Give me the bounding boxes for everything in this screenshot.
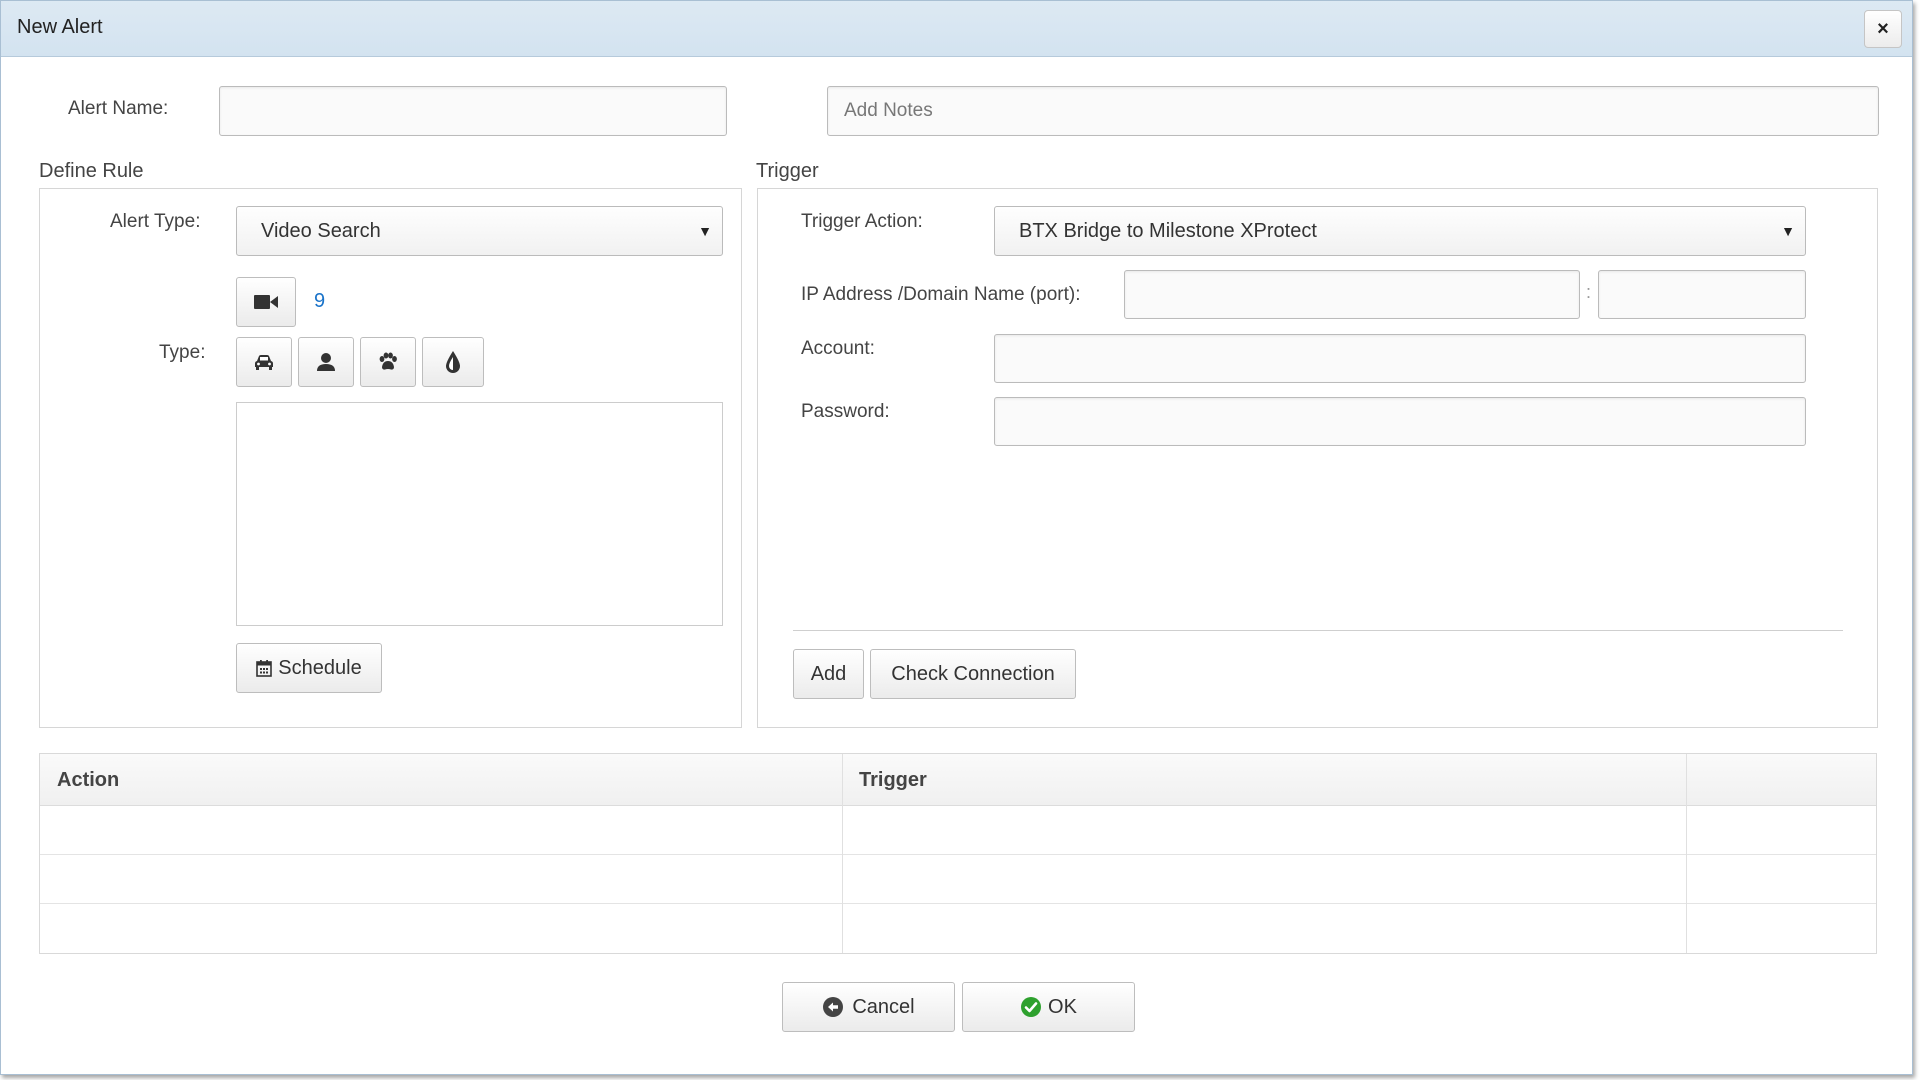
notes-input[interactable] <box>827 86 1879 136</box>
column-separator <box>1686 754 1687 953</box>
account-input[interactable] <box>994 334 1806 383</box>
camera-select-button[interactable] <box>236 277 296 327</box>
schedule-button-label: Schedule <box>278 656 362 679</box>
column-header-action[interactable]: Action <box>40 754 842 806</box>
drop-icon <box>446 351 460 373</box>
alert-type-select[interactable]: Video Search ▼ <box>236 206 723 256</box>
check-circle-icon <box>1021 997 1042 1017</box>
back-arrow-circle-icon <box>823 997 844 1017</box>
schedule-button[interactable]: Schedule <box>236 643 382 693</box>
alert-type-label: Alert Type: <box>110 211 201 232</box>
table-header: Action Trigger <box>40 754 1876 806</box>
ip-address-label: IP Address /Domain Name (port): <box>801 284 1081 305</box>
ip-address-input[interactable] <box>1124 270 1580 319</box>
trigger-action-value: BTX Bridge to Milestone XProtect <box>1019 219 1317 242</box>
trigger-divider <box>793 630 1843 631</box>
close-icon: × <box>1877 17 1889 40</box>
ok-button-label: OK <box>1048 995 1077 1018</box>
alert-type-value: Video Search <box>261 219 381 242</box>
person-icon <box>317 353 335 371</box>
password-label: Password: <box>801 401 890 422</box>
add-button-label: Add <box>810 662 847 685</box>
cancel-button[interactable]: Cancel <box>782 982 955 1032</box>
type-label: Type: <box>159 342 206 363</box>
dialog-title: New Alert <box>17 16 103 38</box>
calendar-icon <box>256 660 273 677</box>
camera-count[interactable]: 9 <box>314 290 325 313</box>
close-button[interactable]: × <box>1864 10 1902 48</box>
port-input[interactable] <box>1598 270 1806 319</box>
trigger-panel <box>757 188 1878 728</box>
check-connection-label: Check Connection <box>891 662 1055 685</box>
car-icon <box>255 355 273 370</box>
type-color-button[interactable] <box>422 337 484 387</box>
port-separator: : <box>1586 282 1592 302</box>
column-header-extra[interactable] <box>1686 754 1877 806</box>
column-header-trigger[interactable]: Trigger <box>842 754 1686 806</box>
alert-name-input[interactable] <box>219 86 727 136</box>
trigger-action-select[interactable]: BTX Bridge to Milestone XProtect ▼ <box>994 206 1806 256</box>
rule-details-area[interactable] <box>236 402 723 626</box>
alert-name-label: Alert Name: <box>68 98 169 119</box>
type-animal-button[interactable] <box>360 337 416 387</box>
ok-button[interactable]: OK <box>962 982 1135 1032</box>
dropdown-arrow-icon: ▼ <box>1781 223 1795 239</box>
define-rule-heading: Define Rule <box>39 160 144 182</box>
type-person-button[interactable] <box>298 337 354 387</box>
check-connection-button[interactable]: Check Connection <box>870 649 1076 699</box>
video-camera-icon <box>254 295 278 309</box>
cancel-button-label: Cancel <box>852 995 915 1018</box>
column-separator <box>842 754 843 953</box>
add-trigger-button[interactable]: Add <box>793 649 864 699</box>
table-row[interactable] <box>40 806 1876 855</box>
dialog-titlebar[interactable]: New Alert × <box>1 1 1912 57</box>
actions-table: Action Trigger <box>39 753 1877 954</box>
trigger-action-label: Trigger Action: <box>801 211 923 232</box>
paw-icon <box>379 352 397 370</box>
table-row[interactable] <box>40 904 1876 953</box>
trigger-heading: Trigger <box>756 160 819 182</box>
table-row[interactable] <box>40 855 1876 904</box>
account-label: Account: <box>801 338 875 359</box>
password-input[interactable] <box>994 397 1806 446</box>
dropdown-arrow-icon: ▼ <box>698 223 712 239</box>
new-alert-dialog: New Alert × Alert Name: Define Rule Aler… <box>0 0 1913 1075</box>
type-vehicle-button[interactable] <box>236 337 292 387</box>
